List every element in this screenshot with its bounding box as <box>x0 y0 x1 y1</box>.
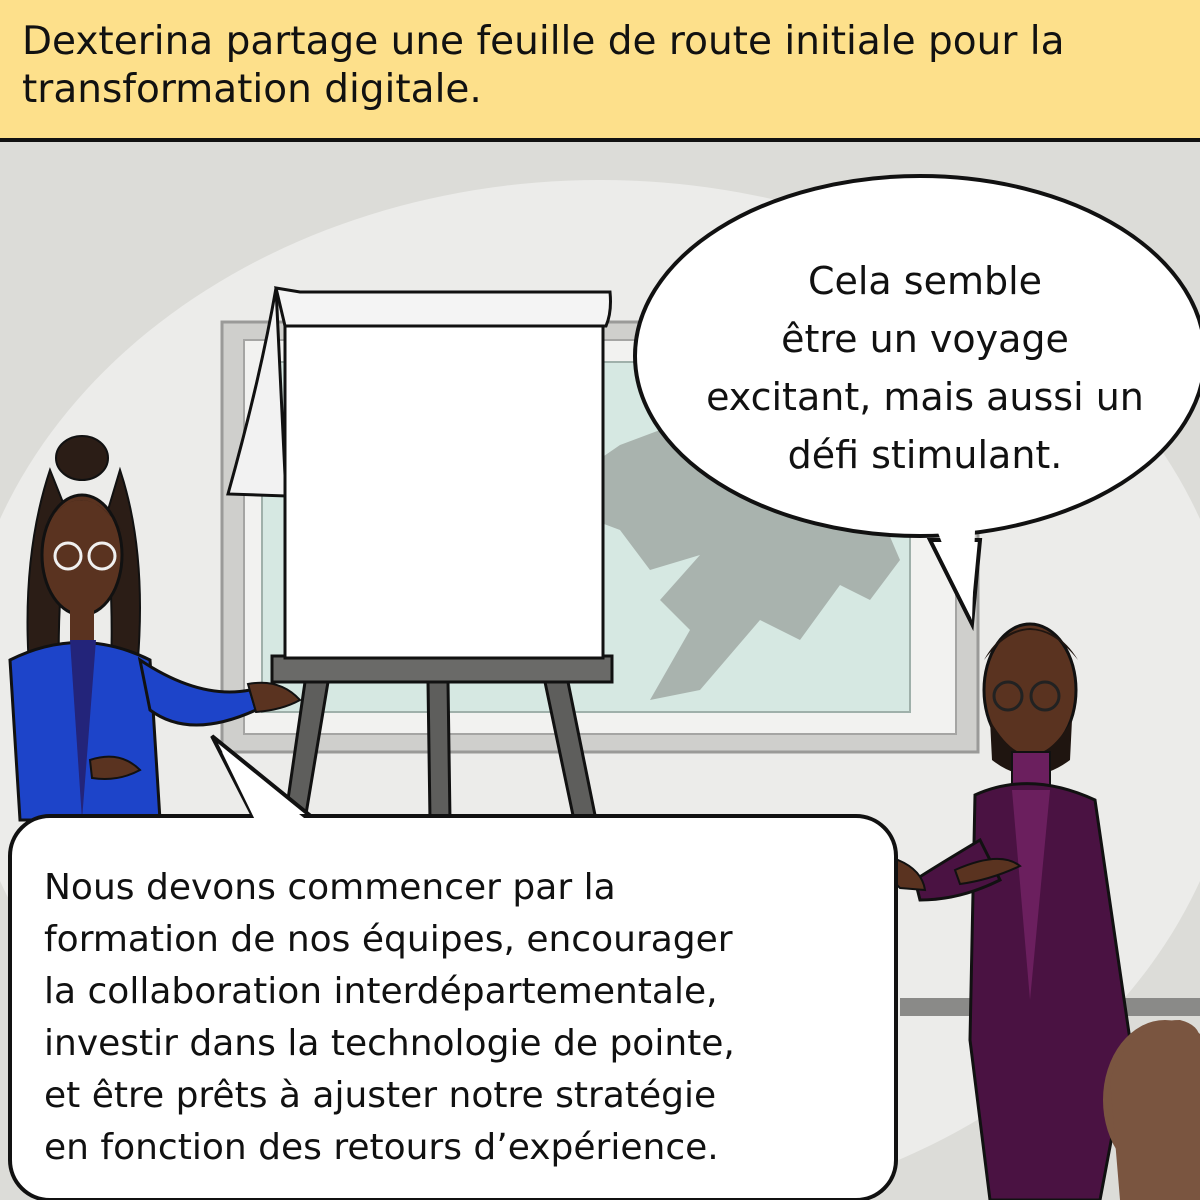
speech-line: investir dans la technologie de pointe, <box>44 1023 735 1064</box>
caption-line: Dexterina partage une feuille de route i… <box>22 19 1065 64</box>
flip-chart <box>226 286 612 660</box>
speech-line: défi stimulant. <box>787 433 1063 477</box>
speech-line: la collaboration interdépartementale, <box>44 971 718 1012</box>
caption-box: Dexterina partage une feuille de route i… <box>0 0 1200 142</box>
comic-panel: Dexterina partage une feuille de route i… <box>0 0 1200 1200</box>
speech-bubble-woman-text: Nous devons commencer par la formation d… <box>44 862 884 1174</box>
speech-bubble-man-text: Cela semble être un voyage excitant, mai… <box>650 252 1200 484</box>
speech-line: Nous devons commencer par la <box>44 867 616 908</box>
speech-line: Cela semble <box>807 259 1043 303</box>
speech-line: en fonction des retours d’expérience. <box>44 1127 719 1168</box>
speech-line: et être prêts à ajuster notre stratégie <box>44 1075 717 1116</box>
speech-line: être un voyage <box>781 317 1069 361</box>
speech-line: formation de nos équipes, encourager <box>44 919 733 960</box>
speech-line: excitant, mais aussi un <box>706 375 1144 419</box>
caption-line: transformation digitale. <box>22 67 482 112</box>
